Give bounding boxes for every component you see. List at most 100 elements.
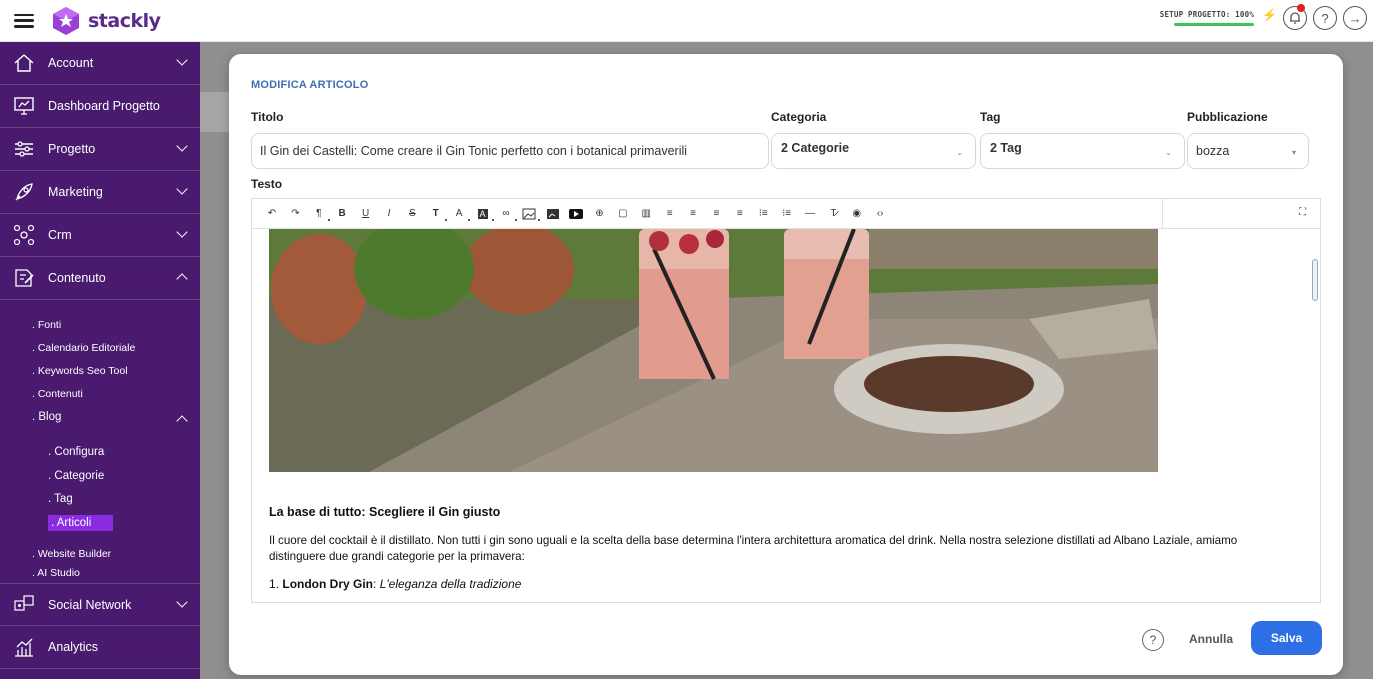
- link-icon[interactable]: ∞: [496, 204, 517, 224]
- chevron-down-icon: [176, 226, 188, 238]
- sidebar-item-analytics[interactable]: Analytics: [0, 626, 200, 669]
- undo-icon[interactable]: ↶: [262, 204, 282, 224]
- content-heading: La base di tutto: Scegliere il Gin giust…: [269, 505, 501, 519]
- pubblicazione-value: bozza: [1196, 144, 1230, 158]
- paragraph-icon[interactable]: ¶: [309, 204, 330, 224]
- sidebar-item-label: Marketing: [48, 185, 103, 199]
- columns-icon[interactable]: ▥: [636, 204, 656, 224]
- align-justify-icon[interactable]: ≡: [730, 204, 750, 224]
- content-list-item: 1. London Dry Gin: L'eleganza della trad…: [269, 577, 521, 591]
- embed-icon[interactable]: ⊕: [589, 204, 609, 224]
- sidebar-sub-contenuti[interactable]: . Contenuti: [0, 383, 200, 406]
- save-button[interactable]: Salva: [1251, 621, 1322, 655]
- fullscreen-icon[interactable]: ⛶: [1299, 207, 1306, 218]
- sidebar-sub-website-builder[interactable]: . Website Builder: [0, 543, 200, 566]
- sidebar-sub-articoli[interactable]: . Articoli: [0, 512, 200, 536]
- titolo-input[interactable]: [260, 144, 768, 158]
- setup-progress[interactable]: SETUP PROGETTO: 100%: [1160, 10, 1255, 26]
- article-image: [269, 229, 1158, 472]
- chevron-up-icon: [176, 415, 188, 427]
- align-left-icon[interactable]: ≡: [660, 204, 680, 224]
- stackly-logo-icon: [53, 6, 79, 35]
- cancel-button[interactable]: Annulla: [1189, 632, 1233, 646]
- italic-icon[interactable]: I: [379, 204, 399, 224]
- help-button[interactable]: ?: [1313, 6, 1337, 30]
- network-icon: [12, 223, 36, 247]
- sidebar-item-marketing[interactable]: Marketing: [0, 171, 200, 214]
- chevron-down-icon: [176, 183, 188, 195]
- image-icon[interactable]: [519, 204, 541, 224]
- bolt-icon: ⚡: [1262, 8, 1277, 22]
- editor-scrollbar[interactable]: [1312, 259, 1318, 301]
- bullet-list-icon[interactable]: ⁝≡: [753, 204, 773, 224]
- sidebar-item-crm[interactable]: Crm: [0, 214, 200, 257]
- list-number: 1.: [269, 577, 280, 591]
- sidebar-item-label: Analytics: [48, 640, 99, 654]
- background-panel: [200, 92, 230, 132]
- sidebar-sub-tag[interactable]: . Tag: [0, 488, 200, 512]
- rocket-icon: [12, 180, 36, 204]
- sidebar-sub-blog[interactable]: . Blog: [0, 406, 200, 429]
- notification-dot: [1297, 4, 1305, 12]
- rich-text-editor: ↶ ↷ ¶ B U I S T A A ∞ ⊕ ▢ ▥ ≡ ≡ ≡ ≡ ⁝≡ ⁝…: [251, 198, 1321, 603]
- menu-icon[interactable]: [14, 13, 34, 28]
- bold-icon[interactable]: B: [332, 204, 352, 224]
- sidebar-item-account[interactable]: Account: [0, 42, 200, 85]
- notifications-button[interactable]: [1283, 4, 1307, 30]
- sidebar-sub-label: . Blog: [32, 411, 62, 423]
- horizontal-rule-icon[interactable]: —: [800, 204, 820, 224]
- chevron-down-icon: [176, 54, 188, 66]
- label-testo: Testo: [251, 177, 283, 191]
- sidebar-sub-fonti[interactable]: . Fonti: [0, 314, 200, 337]
- sidebar-item-progetto[interactable]: Progetto: [0, 128, 200, 171]
- label-titolo: Titolo: [251, 110, 284, 124]
- sidebar-sub-keywords[interactable]: . Keywords Seo Tool: [0, 360, 200, 383]
- preview-eye-icon[interactable]: ◉: [847, 204, 867, 224]
- label-tag: Tag: [980, 110, 1001, 124]
- pubblicazione-select[interactable]: bozza ▾: [1187, 133, 1309, 169]
- tag-value: 2 Tag: [990, 141, 1022, 155]
- sidebar-sub-calendario[interactable]: . Calendario Editoriale: [0, 337, 200, 360]
- tag-select[interactable]: 2 Tag ⌄: [980, 133, 1185, 169]
- list-bold: London Dry Gin: [282, 577, 374, 591]
- align-right-icon[interactable]: ≡: [706, 204, 726, 224]
- sidebar-item-dashboard[interactable]: Dashboard Progetto: [0, 85, 200, 128]
- help-icon[interactable]: ?: [1142, 629, 1164, 651]
- list-italic: L'eleganza della tradizione: [379, 577, 522, 591]
- underline-icon[interactable]: U: [356, 204, 376, 224]
- redo-icon[interactable]: ↷: [285, 204, 305, 224]
- code-icon[interactable]: ‹›: [870, 204, 890, 224]
- text-color-icon[interactable]: A: [449, 204, 471, 224]
- logout-button[interactable]: →: [1343, 6, 1367, 30]
- background-color-icon[interactable]: A: [473, 204, 494, 224]
- box-icon[interactable]: ▢: [613, 204, 633, 224]
- label-pubblicazione: Pubblicazione: [1187, 110, 1268, 124]
- logo[interactable]: stackly: [50, 6, 161, 36]
- categoria-select[interactable]: 2 Categorie ⌄: [771, 133, 976, 169]
- sidebar-item-social[interactable]: Social Network: [0, 583, 200, 626]
- align-center-icon[interactable]: ≡: [683, 204, 703, 224]
- gallery-icon[interactable]: [543, 204, 563, 224]
- chevron-up-icon: [176, 273, 188, 285]
- video-icon[interactable]: [566, 204, 586, 224]
- social-icon: [12, 593, 36, 617]
- sidebar-item-label: Dashboard Progetto: [48, 99, 160, 113]
- brand-name: stackly: [88, 9, 161, 32]
- editor-content[interactable]: La base di tutto: Scegliere il Gin giust…: [252, 229, 1320, 602]
- edit-icon: [12, 266, 36, 290]
- strikethrough-icon[interactable]: S: [402, 204, 422, 224]
- sidebar-sub-configura[interactable]: . Configura: [0, 441, 200, 465]
- list-separator: :: [373, 577, 380, 591]
- sidebar-item-contenuto[interactable]: Contenuto: [0, 257, 200, 300]
- titolo-field[interactable]: [251, 133, 769, 169]
- editor-toolbar: ↶ ↷ ¶ B U I S T A A ∞ ⊕ ▢ ▥ ≡ ≡ ≡ ≡ ⁝≡ ⁝…: [252, 199, 1320, 229]
- edit-article-modal: MODIFICA ARTICOLO Titolo Categoria Tag P…: [229, 54, 1343, 675]
- chevron-down-icon: ▾: [1291, 148, 1296, 157]
- numbered-list-icon[interactable]: ⁝≡: [777, 204, 797, 224]
- clear-format-icon[interactable]: T̷: [823, 204, 843, 224]
- sidebar-sub-ai-studio[interactable]: . AI Studio: [0, 566, 200, 583]
- sidebar-sub-categorie[interactable]: . Categorie: [0, 465, 200, 489]
- sliders-icon: [12, 137, 36, 161]
- font-size-icon[interactable]: T: [426, 204, 447, 224]
- chart-icon: [12, 635, 36, 659]
